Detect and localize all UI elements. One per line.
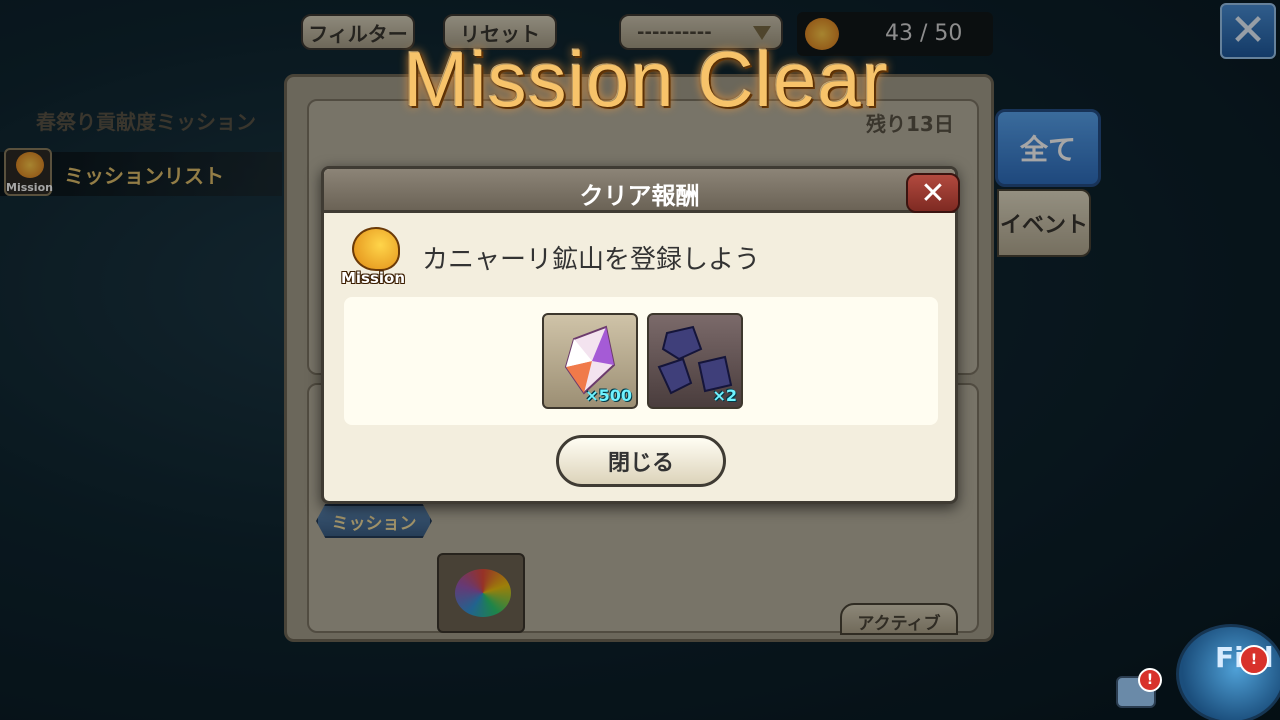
modal-header: クリア報酬: [324, 169, 955, 213]
reward-modal: クリア報酬 ✕ Mission カニャーリ鉱山を登録しよう ×500 ×2 閉じ…: [321, 166, 960, 504]
mission-name: カニャーリ鉱山を登録しよう: [422, 245, 761, 275]
mission-clear-title: Mission Clear: [403, 35, 889, 123]
modal-title: クリア報酬: [579, 182, 700, 210]
reward-ore[interactable]: ×2: [647, 313, 743, 409]
reward-quantity: ×2: [712, 386, 737, 405]
mission-logo-text: Mission: [340, 269, 406, 287]
chat-icon[interactable]: !: [1116, 668, 1162, 708]
mission-bird-icon: [352, 227, 400, 271]
notification-badge: !: [1138, 668, 1162, 692]
reward-area: [344, 297, 938, 425]
mission-logo: Mission: [340, 225, 406, 291]
field-button[interactable]: Fi d !: [1176, 624, 1280, 720]
close-icon: ✕: [920, 175, 946, 211]
reward-crystal[interactable]: ×500: [542, 313, 638, 409]
reward-quantity: ×500: [585, 386, 632, 405]
close-button[interactable]: 閉じる: [556, 435, 726, 487]
modal-close-button[interactable]: ✕: [906, 173, 960, 213]
notification-badge: !: [1239, 645, 1269, 675]
